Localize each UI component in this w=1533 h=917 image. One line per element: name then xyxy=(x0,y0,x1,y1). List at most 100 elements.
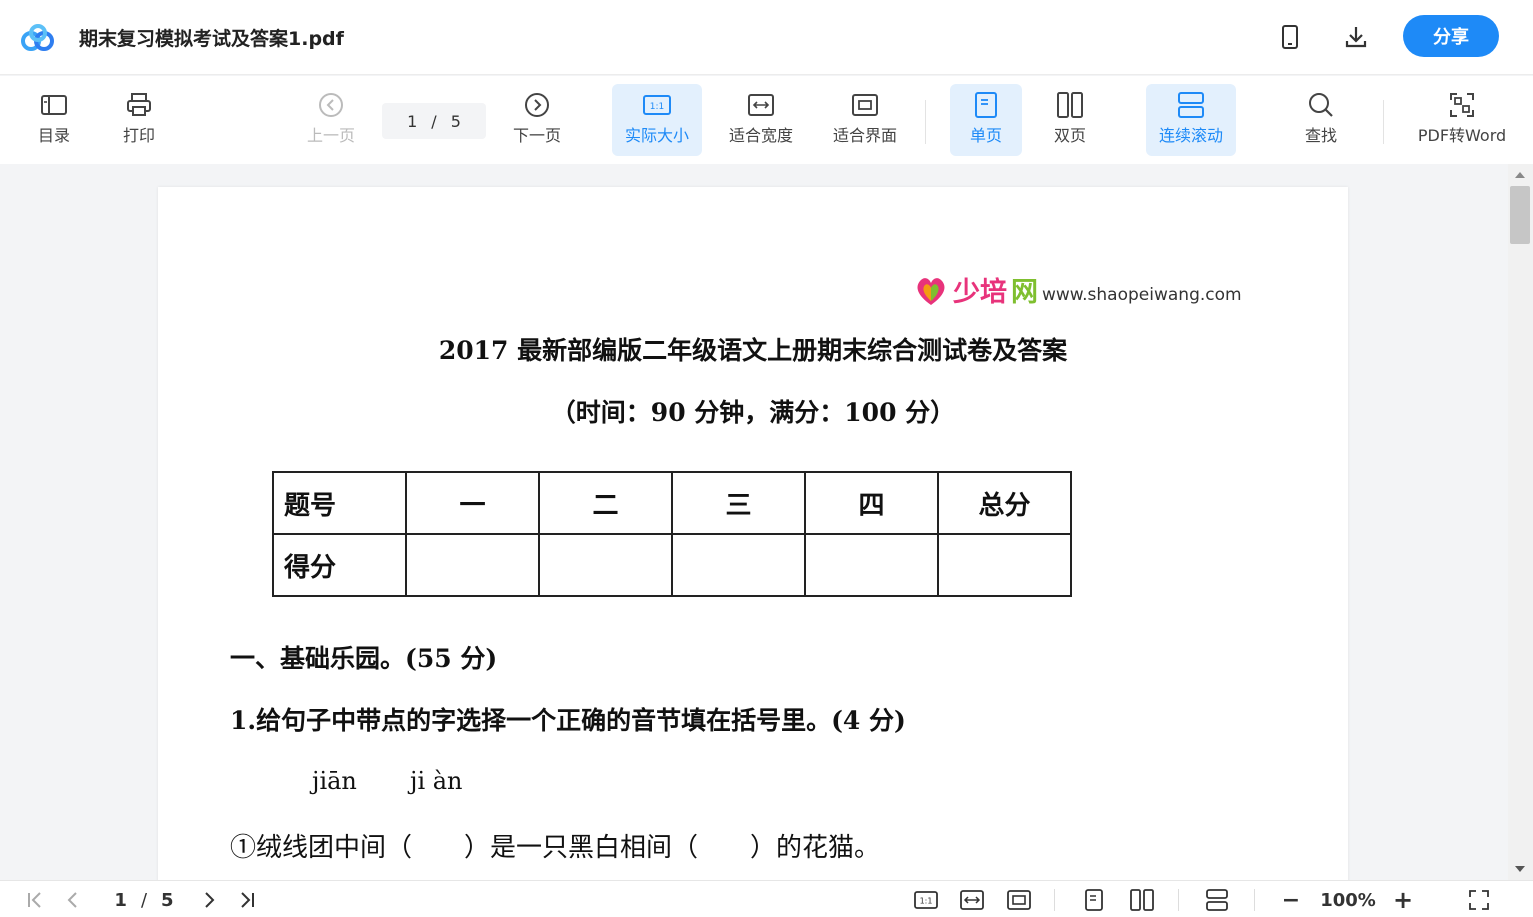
status-divider xyxy=(1178,889,1179,911)
status-current-page: 1 xyxy=(114,889,127,911)
zoom-level: 100% xyxy=(1320,889,1376,911)
viewer-toolbar: 目录 打印 上一页 1 / 5 下一页 1:1 实际大小 适合宽度 适合界面 单… xyxy=(0,76,1533,164)
continuous-small-icon[interactable] xyxy=(1203,887,1231,913)
scroll-up-arrow-icon[interactable] xyxy=(1515,172,1525,178)
share-button[interactable]: 分享 xyxy=(1403,15,1499,57)
table-cell xyxy=(937,533,1072,597)
double-page-small-icon[interactable] xyxy=(1128,887,1156,913)
single-page-small-icon[interactable] xyxy=(1080,887,1108,913)
question-heading: 1.给句子中带点的字选择一个正确的音节填在括号里。(4 分) xyxy=(230,706,906,735)
print-label: 打印 xyxy=(122,126,155,145)
next-circle-icon xyxy=(524,92,550,118)
table-row: 得分 xyxy=(272,533,1072,597)
table-cell: 总分 xyxy=(937,471,1072,535)
current-page: 1 xyxy=(407,111,418,131)
fit-width-label: 适合宽度 xyxy=(728,126,793,145)
double-page-button[interactable]: 双页 xyxy=(1042,84,1098,156)
brand-watermark: 少培网 www.shaopeiwang.com xyxy=(913,270,1242,309)
pdf-to-word-label: PDF转Word xyxy=(1417,126,1507,145)
fit-page-small-icon[interactable] xyxy=(1005,887,1033,913)
brand-name-suffix: 网 xyxy=(1011,277,1038,308)
download-icon[interactable] xyxy=(1341,22,1371,52)
last-page-icon[interactable] xyxy=(236,887,258,913)
prev-circle-icon xyxy=(318,92,344,118)
next-label: 下一页 xyxy=(512,126,561,145)
search-icon xyxy=(1308,92,1334,118)
next-page-icon[interactable] xyxy=(200,887,220,913)
table-cell xyxy=(671,533,806,597)
convert-icon xyxy=(1449,92,1475,118)
fit-width-button[interactable]: 适合宽度 xyxy=(722,84,800,156)
page-separator: / xyxy=(431,111,437,131)
toolbar-divider xyxy=(925,100,926,144)
brand-url: www.shaopeiwang.com xyxy=(1042,284,1242,305)
single-page-label: 单页 xyxy=(969,126,1002,145)
file-name: 期末复习模拟考试及答案1.pdf xyxy=(79,28,344,50)
brand-name: 少培 xyxy=(953,277,1007,308)
fit-page-icon xyxy=(852,92,878,118)
fit-page-label: 适合界面 xyxy=(832,126,897,145)
status-divider xyxy=(1254,889,1255,911)
fullscreen-icon[interactable] xyxy=(1466,887,1492,913)
continuous-scroll-label: 连续滚动 xyxy=(1158,126,1223,145)
toolbar-divider xyxy=(1383,100,1384,144)
score-table: 题号 一 二 三 四 总分 得分 xyxy=(272,471,1072,597)
bottom-status-bar: 1 / 5 1:1 − 100% + xyxy=(0,880,1533,917)
next-page-button[interactable]: 下一页 xyxy=(507,84,567,156)
pinyin-option: ji àn xyxy=(410,767,463,795)
toc-icon xyxy=(41,92,67,118)
page-number-input[interactable]: 1 / 5 xyxy=(382,103,486,139)
section-heading: 一、基础乐园。(55 分) xyxy=(230,644,498,673)
print-button[interactable]: 打印 xyxy=(117,84,161,156)
table-cell xyxy=(804,533,939,597)
prev-label: 上一页 xyxy=(306,126,355,145)
document-subtitle: （时间：90 分钟，满分：100 分） xyxy=(550,398,956,427)
actual-size-button[interactable]: 1:1 实际大小 xyxy=(612,84,702,156)
fit-page-button[interactable]: 适合界面 xyxy=(826,84,904,156)
table-cell xyxy=(405,533,540,597)
document-title: 2017 最新部编版二年级语文上册期末综合测试卷及答案 xyxy=(438,336,1068,365)
pdf-to-word-button[interactable]: PDF转Word xyxy=(1413,84,1511,156)
double-page-label: 双页 xyxy=(1053,126,1086,145)
double-page-icon xyxy=(1057,92,1083,118)
continuous-scroll-icon xyxy=(1178,92,1204,118)
table-cell: 三 xyxy=(671,471,806,535)
fit-width-small-icon[interactable] xyxy=(958,887,986,913)
question-sentence: ①绒线团中间（ ）是一只黑白相间（ ）的花猫。 xyxy=(230,833,881,863)
table-cell xyxy=(538,533,673,597)
fit-width-icon xyxy=(748,92,774,118)
table-row: 题号 一 二 三 四 总分 xyxy=(272,471,1072,535)
actual-size-icon: 1:1 xyxy=(643,92,671,118)
document-viewer[interactable]: 少培网 www.shaopeiwang.com 2017 最新部编版二年级语文上… xyxy=(0,164,1508,880)
total-pages: 5 xyxy=(450,111,461,131)
svg-text:1:1: 1:1 xyxy=(650,102,664,112)
scrollbar-thumb[interactable] xyxy=(1510,186,1530,244)
pinyin-option: jiān xyxy=(312,767,357,795)
toc-label: 目录 xyxy=(37,126,70,145)
first-page-icon[interactable] xyxy=(24,887,46,913)
actual-size-small-icon[interactable]: 1:1 xyxy=(912,887,940,913)
continuous-scroll-button[interactable]: 连续滚动 xyxy=(1146,84,1236,156)
pdf-page: 少培网 www.shaopeiwang.com 2017 最新部编版二年级语文上… xyxy=(158,187,1348,880)
table-cell: 二 xyxy=(538,471,673,535)
table-cell: 一 xyxy=(405,471,540,535)
status-total-pages: 5 xyxy=(161,889,174,911)
svg-text:1:1: 1:1 xyxy=(920,897,933,906)
status-page-separator: / xyxy=(140,889,148,911)
single-page-button[interactable]: 单页 xyxy=(950,84,1022,156)
table-cell: 题号 xyxy=(272,471,407,535)
table-cell: 得分 xyxy=(272,533,407,597)
scroll-down-arrow-icon[interactable] xyxy=(1515,866,1525,872)
vertical-scrollbar[interactable] xyxy=(1508,164,1533,880)
status-page-indicator[interactable]: 1 / 5 xyxy=(104,887,184,913)
mobile-icon[interactable] xyxy=(1275,22,1305,52)
zoom-in-button[interactable]: + xyxy=(1391,886,1415,914)
zoom-out-button[interactable]: − xyxy=(1279,887,1303,913)
find-label: 查找 xyxy=(1304,126,1337,145)
prev-page-icon[interactable] xyxy=(62,887,82,913)
find-button[interactable]: 查找 xyxy=(1296,84,1346,156)
print-icon xyxy=(126,92,152,118)
toc-button[interactable]: 目录 xyxy=(32,84,76,156)
status-divider xyxy=(1054,889,1055,911)
prev-page-button[interactable]: 上一页 xyxy=(301,84,361,156)
